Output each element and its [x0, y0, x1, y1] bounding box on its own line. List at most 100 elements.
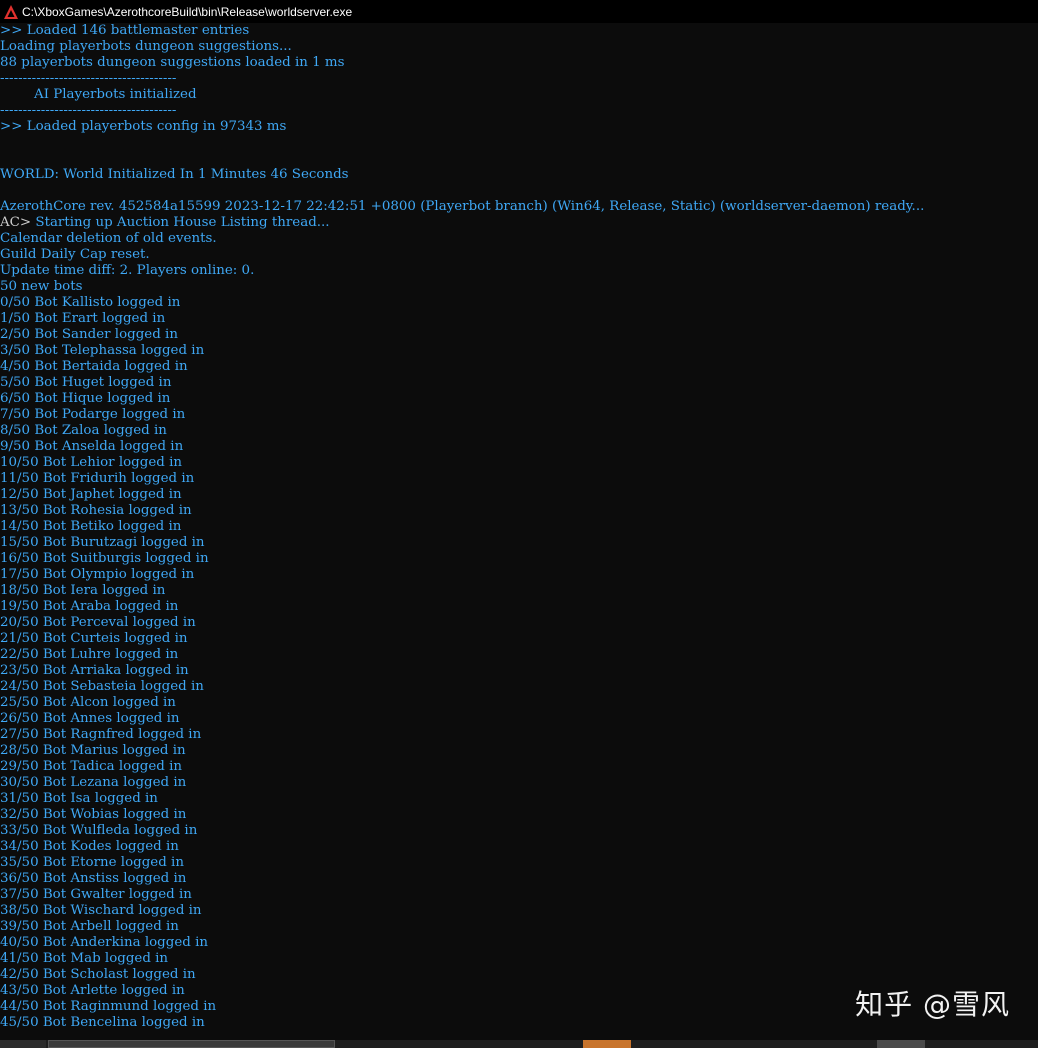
console-line: 27/50 Bot Ragnfred logged in: [0, 727, 1038, 743]
console-line-text: 39/50 Bot Arbell logged in: [0, 919, 179, 934]
console-line-text: 35/50 Bot Etorne logged in: [0, 855, 184, 870]
console-line-text: 11/50 Bot Fridurih logged in: [0, 471, 195, 486]
console-line: 0/50 Bot Kallisto logged in: [0, 295, 1038, 311]
console-line: Guild Daily Cap reset.: [0, 247, 1038, 263]
window-title: C:\XboxGames\AzerothcoreBuild\bin\Releas…: [22, 4, 353, 19]
console-line-text: Calendar deletion of old events.: [0, 231, 217, 246]
taskbar-segment-active[interactable]: [583, 1040, 631, 1048]
console-line: 37/50 Bot Gwalter logged in: [0, 887, 1038, 903]
console-line: 88 playerbots dungeon suggestions loaded…: [0, 55, 1038, 71]
console-line: 17/50 Bot Olympio logged in: [0, 567, 1038, 583]
console-line: 34/50 Bot Kodes logged in: [0, 839, 1038, 855]
console-line: >> Loaded 146 battlemaster entries: [0, 23, 1038, 39]
console-line: 20/50 Bot Perceval logged in: [0, 615, 1038, 631]
console-line: 10/50 Bot Lehior logged in: [0, 455, 1038, 471]
console-line-text: 44/50 Bot Raginmund logged in: [0, 999, 217, 1014]
azerothcore-app-icon: [3, 4, 19, 20]
console-line: 22/50 Bot Luhre logged in: [0, 647, 1038, 663]
console-line-text: 17/50 Bot Olympio logged in: [0, 567, 195, 582]
title-bar[interactable]: C:\XboxGames\AzerothcoreBuild\bin\Releas…: [0, 0, 1038, 23]
console-line: 1/50 Bot Erart logged in: [0, 311, 1038, 327]
console-line-text: 2/50 Bot Sander logged in: [0, 327, 178, 342]
console-line: AzerothCore rev. 452584a15599 2023-12-17…: [0, 199, 1038, 215]
console-line: 25/50 Bot Alcon logged in: [0, 695, 1038, 711]
console-line-text: ---------------------------------------: [0, 103, 177, 118]
console-line-text: 23/50 Bot Arriaka logged in: [0, 663, 189, 678]
console-line: 4/50 Bot Bertaida logged in: [0, 359, 1038, 375]
console-line-text: 24/50 Bot Sebasteia logged in: [0, 679, 204, 694]
console-line-text: 7/50 Bot Podarge logged in: [0, 407, 186, 422]
console-line-text: 27/50 Bot Ragnfred logged in: [0, 727, 202, 742]
console-line: 26/50 Bot Annes logged in: [0, 711, 1038, 727]
console-line: 5/50 Bot Huget logged in: [0, 375, 1038, 391]
console-line-text: >> Loaded 146 battlemaster entries: [0, 23, 250, 38]
console-line-text: 4/50 Bot Bertaida logged in: [0, 359, 188, 374]
console-line: 35/50 Bot Etorne logged in: [0, 855, 1038, 871]
console-line-text: 5/50 Bot Huget logged in: [0, 375, 172, 390]
console-line: 9/50 Bot Anselda logged in: [0, 439, 1038, 455]
console-line: >> Loaded playerbots config in 97343 ms: [0, 119, 1038, 135]
taskbar-segment-2[interactable]: [48, 1040, 335, 1048]
console-line-text: 43/50 Bot Arlette logged in: [0, 983, 185, 998]
taskbar-strip: [0, 1040, 1038, 1048]
console-line: 38/50 Bot Wischard logged in: [0, 903, 1038, 919]
console-line: 21/50 Bot Curteis logged in: [0, 631, 1038, 647]
console-line: 33/50 Bot Wulfleda logged in: [0, 823, 1038, 839]
console-output[interactable]: >> Loaded 146 battlemaster entries Loadin…: [0, 23, 1038, 1040]
console-line: 41/50 Bot Mab logged in: [0, 951, 1038, 967]
console-prompt: AC>: [0, 215, 32, 230]
console-line-text: 88 playerbots dungeon suggestions loaded…: [0, 55, 345, 70]
console-line: 18/50 Bot Iera logged in: [0, 583, 1038, 599]
console-line: ---------------------------------------: [0, 71, 1038, 87]
console-line-text: Starting up Auction House Listing thread…: [31, 215, 330, 230]
console-line-text: 31/50 Bot Isa logged in: [0, 791, 158, 806]
console-line: 14/50 Bot Betiko logged in: [0, 519, 1038, 535]
console-line-text: 12/50 Bot Japhet logged in: [0, 487, 182, 502]
console-line-text: 16/50 Bot Suitburgis logged in: [0, 551, 209, 566]
console-line: AI Playerbots initialized: [0, 87, 1038, 103]
console-line-text: 1/50 Bot Erart logged in: [0, 311, 166, 326]
console-line: 12/50 Bot Japhet logged in: [0, 487, 1038, 503]
console-line: 13/50 Bot Rohesia logged in: [0, 503, 1038, 519]
console-line-text: 26/50 Bot Annes logged in: [0, 711, 180, 726]
console-line: 15/50 Bot Burutzagi logged in: [0, 535, 1038, 551]
console-line-text: 8/50 Bot Zaloa logged in: [0, 423, 167, 438]
console-line-text: 15/50 Bot Burutzagi logged in: [0, 535, 205, 550]
console-line-text: AzerothCore rev. 452584a15599 2023-12-17…: [0, 199, 925, 214]
console-line: Loading playerbots dungeon suggestions..…: [0, 39, 1038, 55]
console-line-text: 14/50 Bot Betiko logged in: [0, 519, 182, 534]
console-line-text: 19/50 Bot Araba logged in: [0, 599, 179, 614]
console-line-text: 3/50 Bot Telephassa logged in: [0, 343, 205, 358]
console-line-text: WORLD: World Initialized In 1 Minutes 46…: [0, 167, 349, 182]
console-line-text: 34/50 Bot Kodes logged in: [0, 839, 179, 854]
console-line-text: AI Playerbots initialized: [0, 87, 197, 102]
console-line: 19/50 Bot Araba logged in: [0, 599, 1038, 615]
console-line: 29/50 Bot Tadica logged in: [0, 759, 1038, 775]
console-line: 50 new bots: [0, 279, 1038, 295]
console-line-text: 30/50 Bot Lezana logged in: [0, 775, 187, 790]
console-line: 7/50 Bot Podarge logged in: [0, 407, 1038, 423]
console-line: Update time diff: 2. Players online: 0.: [0, 263, 1038, 279]
console-line: 42/50 Bot Scholast logged in: [0, 967, 1038, 983]
console-line-text: 10/50 Bot Lehior logged in: [0, 455, 182, 470]
console-line: 36/50 Bot Anstiss logged in: [0, 871, 1038, 887]
console-line: 40/50 Bot Anderkina logged in: [0, 935, 1038, 951]
console-line-text: 6/50 Bot Hique logged in: [0, 391, 171, 406]
taskbar-segment-3[interactable]: [877, 1040, 925, 1048]
console-line-text: 50 new bots: [0, 279, 83, 294]
console-line: WORLD: World Initialized In 1 Minutes 46…: [0, 167, 1038, 183]
console-line-text: ---------------------------------------: [0, 71, 177, 86]
console-line-text: 38/50 Bot Wischard logged in: [0, 903, 202, 918]
console-line: 23/50 Bot Arriaka logged in: [0, 663, 1038, 679]
console-line-text: 41/50 Bot Mab logged in: [0, 951, 169, 966]
console-line: 31/50 Bot Isa logged in: [0, 791, 1038, 807]
console-line-text: 13/50 Bot Rohesia logged in: [0, 503, 192, 518]
console-line-text: 20/50 Bot Perceval logged in: [0, 615, 196, 630]
console-line-text: 40/50 Bot Anderkina logged in: [0, 935, 208, 950]
console-line-text: 22/50 Bot Luhre logged in: [0, 647, 179, 662]
console-line: 16/50 Bot Suitburgis logged in: [0, 551, 1038, 567]
taskbar-segment-1: [0, 1040, 46, 1048]
console-line: 11/50 Bot Fridurih logged in: [0, 471, 1038, 487]
